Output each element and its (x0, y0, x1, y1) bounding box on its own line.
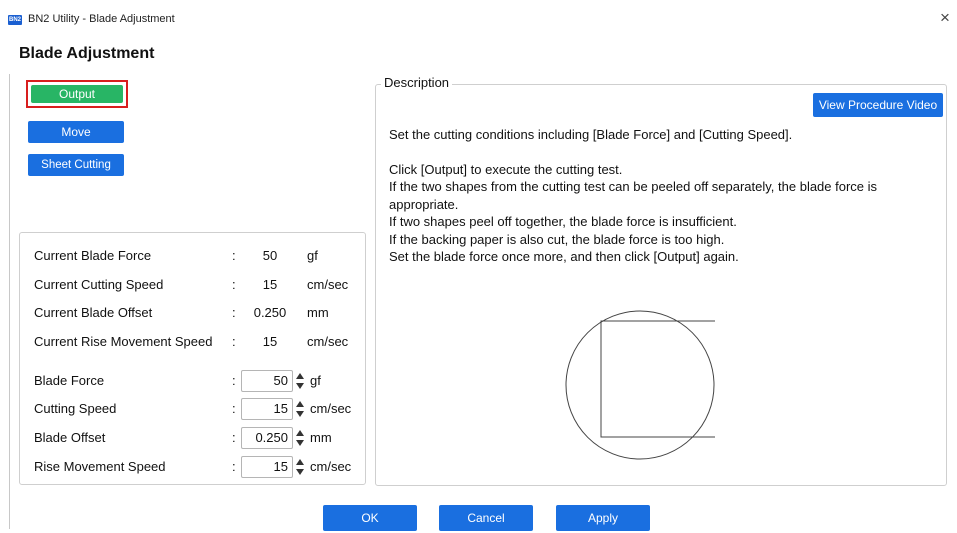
output-button-highlight: Output (26, 80, 128, 108)
rise-movement-speed-label: Rise Movement Speed (34, 459, 166, 474)
current-rise-speed-label: Current Rise Movement Speed (34, 334, 213, 349)
blade-force-row: Blade Force : 50 gf (34, 370, 364, 392)
current-cutting-speed-row: Current Cutting Speed : 15 cm/sec (34, 275, 364, 295)
current-cutting-speed-label: Current Cutting Speed (34, 277, 164, 292)
cutting-speed-unit: cm/sec (310, 401, 352, 416)
colon: : (232, 401, 236, 416)
blade-force-spinner[interactable] (296, 372, 304, 392)
blade-offset-input[interactable]: 0.250 (241, 427, 293, 449)
cutting-speed-input[interactable]: 15 (241, 398, 293, 420)
ok-button[interactable]: OK (323, 505, 417, 531)
spin-up-icon[interactable] (296, 401, 304, 407)
app-icon: BN2 (8, 15, 22, 25)
blade-offset-unit: mm (310, 430, 332, 445)
move-button[interactable]: Move (28, 121, 124, 143)
colon: : (232, 459, 236, 474)
colon: : (232, 248, 236, 263)
current-blade-force-row: Current Blade Force : 50 gf (34, 246, 364, 266)
current-cutting-speed-value: 15 (262, 277, 278, 292)
cutting-speed-spinner[interactable] (296, 400, 304, 420)
current-rise-speed-value: 15 (262, 334, 278, 349)
current-rise-speed-unit: cm/sec (307, 334, 349, 349)
current-blade-offset-row: Current Blade Offset : 0.250 mm (34, 303, 364, 323)
colon: : (232, 430, 236, 445)
cutting-speed-value[interactable]: 15 (274, 399, 288, 419)
rise-movement-speed-spinner[interactable] (296, 458, 304, 478)
apply-button[interactable]: Apply (556, 505, 650, 531)
current-blade-offset-unit: mm (307, 305, 329, 320)
cutting-speed-label: Cutting Speed (34, 401, 117, 416)
output-button[interactable]: Output (31, 85, 123, 103)
cancel-button[interactable]: Cancel (439, 505, 533, 531)
current-cutting-speed-unit: cm/sec (307, 277, 349, 292)
description-line: Set the blade force once more, and then … (389, 249, 739, 264)
description-line: If two shapes peel off together, the bla… (389, 214, 737, 229)
rise-movement-speed-row: Rise Movement Speed : 15 cm/sec (34, 456, 364, 478)
spin-up-icon[interactable] (296, 373, 304, 379)
spin-up-icon[interactable] (296, 430, 304, 436)
blade-force-input[interactable]: 50 (241, 370, 293, 392)
cutting-speed-row: Cutting Speed : 15 cm/sec (34, 398, 364, 420)
description-line: Click [Output] to execute the cutting te… (389, 161, 623, 177)
description-legend: Description (381, 75, 453, 90)
current-blade-force-label: Current Blade Force (34, 248, 152, 263)
cutting-test-diagram (565, 310, 715, 460)
blade-force-unit: gf (310, 373, 321, 388)
description-line: If the backing paper is also cut, the bl… (389, 231, 725, 247)
colon: : (232, 334, 236, 349)
blade-force-label: Blade Force (34, 373, 105, 388)
page-title: Blade Adjustment (19, 45, 155, 62)
title-bar: BN2 BN2 Utility - Blade Adjustment × (0, 0, 957, 34)
window-title: BN2 Utility - Blade Adjustment (28, 13, 175, 25)
blade-offset-spinner[interactable] (296, 429, 304, 449)
settings-panel: Current Blade Force : 50 gf Current Cutt… (19, 232, 366, 485)
rise-movement-speed-unit: cm/sec (310, 459, 352, 474)
rise-movement-speed-input[interactable]: 15 (241, 456, 293, 478)
blade-force-value[interactable]: 50 (274, 371, 288, 391)
colon: : (232, 305, 236, 320)
current-rise-speed-row: Current Rise Movement Speed : 15 cm/sec (34, 332, 364, 352)
spin-down-icon[interactable] (296, 440, 304, 446)
spin-up-icon[interactable] (296, 459, 304, 465)
description-line: If the two shapes from the cutting test … (389, 179, 878, 212)
sheet-cutting-button[interactable]: Sheet Cutting (28, 154, 124, 176)
current-blade-offset-label: Current Blade Offset (34, 305, 153, 320)
current-blade-offset-value: 0.250 (253, 305, 287, 320)
current-blade-force-value: 50 (262, 248, 278, 263)
spin-down-icon[interactable] (296, 411, 304, 417)
current-blade-force-unit: gf (307, 248, 318, 263)
colon: : (232, 373, 236, 388)
blade-offset-label: Blade Offset (34, 430, 106, 445)
spin-down-icon[interactable] (296, 383, 304, 389)
window-frame-line (9, 74, 10, 529)
spin-down-icon[interactable] (296, 469, 304, 475)
description-text: Set the cutting conditions including [Bl… (389, 126, 941, 266)
blade-offset-value[interactable]: 0.250 (255, 428, 288, 448)
rise-movement-speed-value[interactable]: 15 (274, 457, 288, 477)
colon: : (232, 277, 236, 292)
view-procedure-video-button[interactable]: View Procedure Video (813, 93, 943, 117)
description-line: Set the cutting conditions including [Bl… (389, 127, 793, 142)
close-icon[interactable]: × (940, 8, 950, 28)
blade-offset-row: Blade Offset : 0.250 mm (34, 427, 364, 449)
